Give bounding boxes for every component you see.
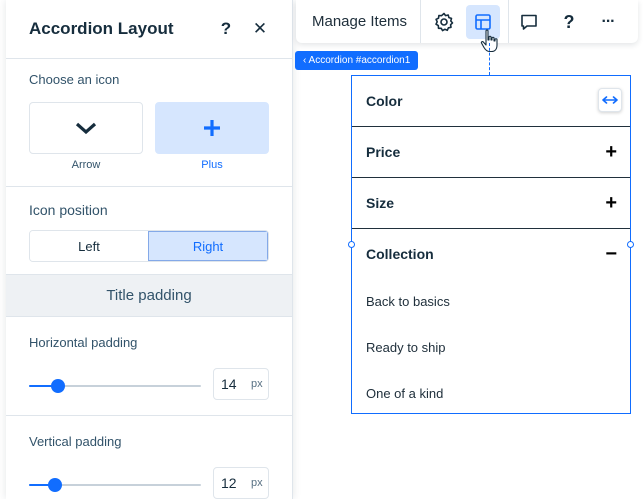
accordion-item: Back to basics [352,278,630,324]
icon-caption-arrow: Arrow [71,159,101,171]
title-padding-heading: Title padding [6,275,292,317]
resize-handle-left[interactable] [348,241,355,248]
accordion-layout-panel: Accordion Layout ? ✕ Choose an icon Arro… [6,0,293,499]
plus-icon: + [605,141,617,163]
stretch-icon [602,96,618,104]
help-icon[interactable]: ? [552,5,586,39]
slider-thumb[interactable] [51,379,66,393]
comments-button[interactable] [512,5,546,39]
element-tag[interactable]: ‹ Accordion #accordion1 [295,51,419,70]
horizontal-padding-slider[interactable] [29,379,201,393]
panel-title: Accordion Layout [29,19,174,38]
vertical-padding-section: Vertical padding 12 px [6,416,292,499]
horizontal-padding-value: 14 [221,376,237,392]
icon-option-arrow[interactable] [29,102,143,154]
accordion-row-size[interactable]: Size + [352,178,630,229]
accordion-row-color[interactable]: Color [352,76,630,127]
horizontal-padding-section: Horizontal padding 14 px [6,317,292,416]
choose-icon-label: Choose an icon [29,72,120,87]
accordion-row-title: Color [366,93,403,109]
accordion-item: One of a kind [366,385,444,401]
minus-icon: − [605,242,617,265]
close-button[interactable]: ✕ [250,19,270,39]
plus-icon [204,120,220,136]
element-toolbar: Manage Items ? ··· [296,0,638,53]
vertical-padding-input[interactable]: 12 px [213,467,269,499]
slider-thumb[interactable] [47,478,62,492]
more-icon[interactable]: ··· [591,5,625,39]
accordion-row-title: Price [366,144,401,160]
chevron-down-icon [75,122,97,135]
accordion: Color Price + Size + Collection − Back t… [351,75,631,414]
vertical-padding-slider[interactable] [29,478,201,492]
vertical-padding-label: Vertical padding [29,434,122,449]
position-right-button[interactable]: Right [148,231,268,261]
manage-items-button[interactable]: Manage Items [312,13,407,30]
vertical-padding-unit: px [251,477,263,489]
icon-position-label: Icon position [29,202,108,218]
accordion-row-collection[interactable]: Collection − [352,229,630,278]
position-left-button[interactable]: Left [30,231,148,261]
choose-icon-section: Choose an icon Arrow Plus [6,59,292,187]
toolbar-divider [420,0,421,43]
connector-line [489,43,490,75]
settings-button[interactable] [427,5,461,39]
comment-icon [521,14,537,30]
gear-icon [435,12,454,32]
icon-option-plus[interactable] [155,102,269,154]
toolbar-divider [508,0,509,43]
horizontal-padding-label: Horizontal padding [29,335,138,350]
vertical-padding-value: 12 [221,475,237,491]
horizontal-padding-unit: px [251,378,263,390]
icon-caption-plus: Plus [201,159,223,171]
horizontal-padding-input[interactable]: 14 px [213,368,269,400]
plus-icon: + [605,192,617,214]
help-button[interactable]: ? [216,19,236,39]
accordion-row-title: Size [366,195,395,211]
hand-cursor-icon [480,29,498,53]
stretch-button[interactable] [598,88,622,112]
accordion-item: Ready to ship [366,339,446,355]
resize-handle-right[interactable] [627,241,634,248]
panel-header: Accordion Layout ? ✕ [6,0,292,59]
icon-position-section: Icon position Left Right [6,187,292,275]
accordion-row-price[interactable]: Price + [352,127,630,178]
accordion-row-title: Collection [366,245,434,262]
icon-position-toggle: Left Right [29,230,269,262]
